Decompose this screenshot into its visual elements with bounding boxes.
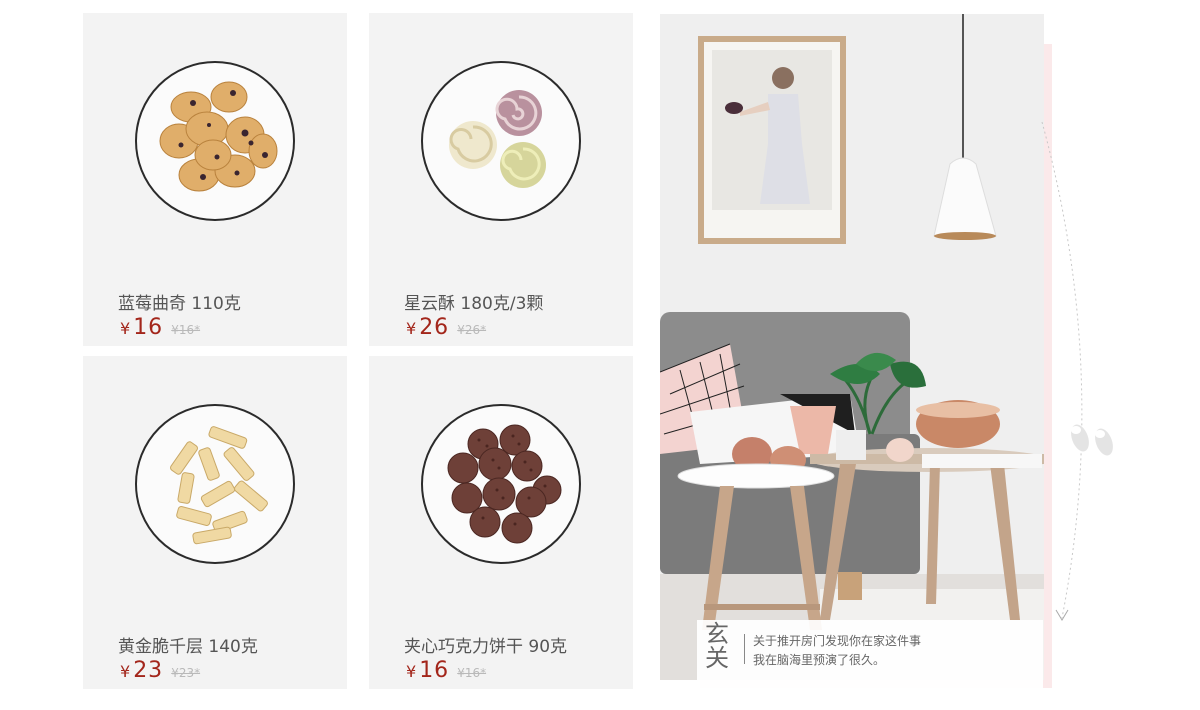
price-value: 26 [419,315,450,340]
price-value: 16 [133,315,164,340]
product-card-golden-puff[interactable]: 黄金脆千层 140克 ¥23 ¥23* [83,356,347,689]
current-price: ¥16 [120,315,163,340]
banner-title: 玄 关 [703,622,731,670]
banner-title-char: 关 [705,644,729,672]
price-value: 16 [419,658,450,683]
lifestyle-banner[interactable] [660,14,1044,680]
living-room-image [660,14,1044,680]
product-name: 蓝莓曲奇 110克 [118,294,241,314]
product-card-nebula-pastry[interactable]: 星云酥 180克/3颗 ¥26 ¥26* [369,13,633,346]
original-price: ¥16* [457,666,487,680]
banner-caption: 玄 关 关于推开房门发现你在家这件事 我在脑海里预演了很久。 [697,620,1043,688]
current-price: ¥23 [120,658,163,683]
price-value: 23 [133,658,164,683]
slippers-icon [1071,424,1113,456]
price-row: ¥23 ¥23* [120,658,200,684]
price-row: ¥26 ¥26* [406,315,486,341]
product-image-blueberry-cookie [135,61,295,221]
dotted-arc-arrow-icon [1041,121,1083,621]
product-name: 黄金脆千层 140克 [118,637,258,657]
product-name: 夹心巧克力饼干 90克 [404,637,568,657]
product-image-golden-puff [135,404,295,564]
current-price: ¥26 [406,315,449,340]
product-card-chocolate-biscuit[interactable]: 夹心巧克力饼干 90克 ¥16 ¥16* [369,356,633,689]
price-row: ¥16 ¥16* [120,315,200,341]
page: 蓝莓曲奇 110克 ¥16 ¥16* 星云酥 180克/3颗 ¥26 ¥26* [0,0,1200,710]
currency-symbol: ¥ [406,662,418,681]
currency-symbol: ¥ [120,662,132,681]
product-card-blueberry-cookie[interactable]: 蓝莓曲奇 110克 ¥16 ¥16* [83,13,347,346]
current-price: ¥16 [406,658,449,683]
banner-title-char: 玄 [705,620,729,648]
product-image-nebula-pastry [421,61,581,221]
price-row: ¥16 ¥16* [406,658,486,684]
original-price: ¥16* [171,323,201,337]
caption-divider [744,634,745,664]
product-image-chocolate-biscuit [421,404,581,564]
product-name: 星云酥 180克/3颗 [404,294,544,314]
currency-symbol: ¥ [120,319,132,338]
original-price: ¥23* [171,666,201,680]
original-price: ¥26* [457,323,487,337]
currency-symbol: ¥ [406,319,418,338]
caption-line-1: 关于推开房门发现你在家这件事 [753,634,922,648]
caption-line-2: 我在脑海里预演了很久。 [753,653,886,667]
